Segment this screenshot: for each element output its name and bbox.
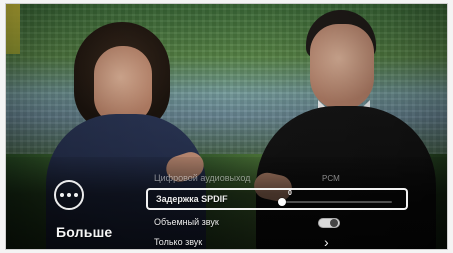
menu-item-label: Задержка SPDIF <box>156 194 228 204</box>
menu-item-label: Только звук <box>154 237 203 247</box>
spdif-delay-value: 0 <box>288 190 292 197</box>
menu-item-value: PCM <box>322 173 340 183</box>
chevron-right-icon: › <box>324 234 329 249</box>
menu-item-label: Цифровой аудиовыход <box>154 173 251 183</box>
dot <box>67 193 71 197</box>
menu-item-audio-only[interactable]: Только звук › <box>146 232 408 249</box>
tv-screen: Больше Цифровой аудиовыход PCM Задержка … <box>6 4 447 249</box>
more-icon-dots <box>60 193 78 197</box>
menu-item-digital-audio-out[interactable]: Цифровой аудиовыход PCM <box>146 168 408 188</box>
dot <box>74 193 78 197</box>
presenter-left-face <box>94 46 152 124</box>
surround-toggle[interactable] <box>318 218 340 228</box>
menu-item-surround-sound[interactable]: Объемный звук <box>146 212 408 232</box>
stadium-seat-accent <box>6 4 20 54</box>
spdif-delay-slider-thumb[interactable] <box>278 198 286 206</box>
menu-item-spdif-delay[interactable]: Задержка SPDIF 0 <box>146 188 408 210</box>
dot <box>60 193 64 197</box>
category-label: Больше <box>56 224 113 240</box>
menu-item-label: Объемный звук <box>154 217 219 227</box>
presenter-right-face <box>310 24 374 110</box>
audio-settings-menu: Цифровой аудиовыход PCM Задержка SPDIF 0… <box>146 168 408 249</box>
more-icon <box>54 180 84 210</box>
spdif-delay-slider[interactable] <box>278 198 392 206</box>
toggle-knob <box>330 219 338 227</box>
